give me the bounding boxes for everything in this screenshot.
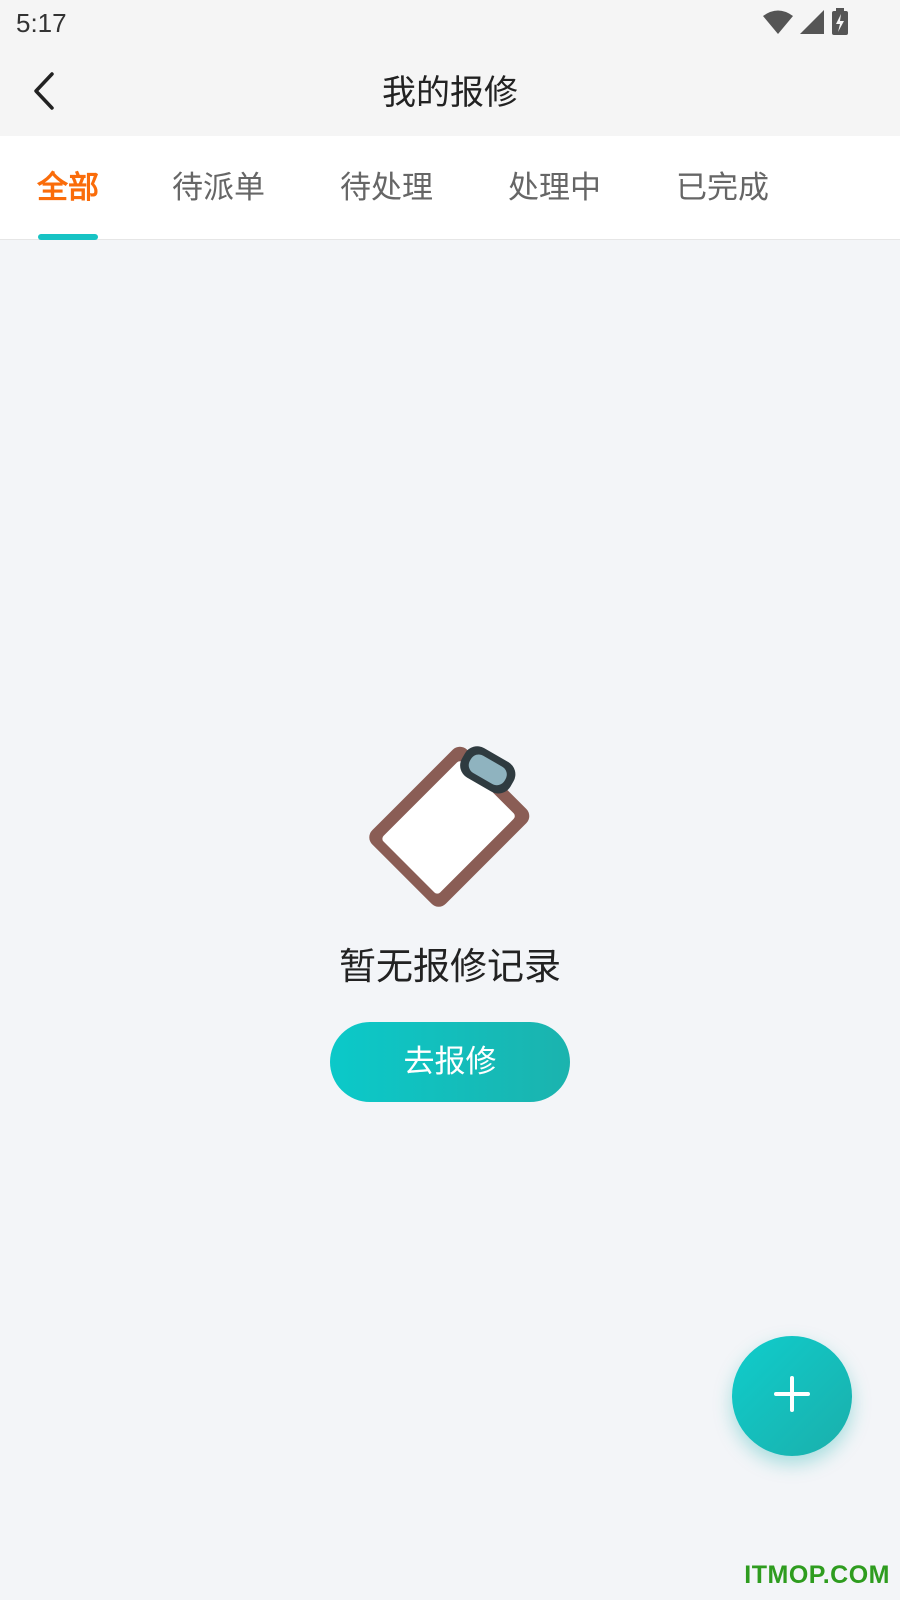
tab-completed[interactable]: 已完成 <box>676 168 769 208</box>
empty-message: 暂无报修记录 <box>339 945 561 988</box>
wifi-icon <box>762 9 794 39</box>
clipboard-icon <box>360 740 540 912</box>
add-repair-fab[interactable] <box>732 1336 852 1456</box>
tab-pending-process[interactable]: 待处理 <box>340 168 433 208</box>
tab-bar: 全部 待派单 待处理 处理中 已完成 <box>0 136 900 240</box>
signal-icon <box>798 9 826 39</box>
page-title: 我的报修 <box>382 73 518 113</box>
status-icons <box>762 8 850 40</box>
tab-in-progress[interactable]: 处理中 <box>508 168 601 208</box>
go-repair-button[interactable]: 去报修 <box>330 1022 570 1102</box>
status-time: 5:17 <box>16 8 67 38</box>
battery-charging-icon <box>830 8 850 40</box>
active-tab-indicator <box>38 234 98 240</box>
watermark-logo: ITMOP.COM <box>744 1561 890 1589</box>
status-bar: 5:17 <box>0 0 900 50</box>
tab-all[interactable]: 全部 <box>37 168 99 208</box>
header-bar: 我的报修 <box>0 50 900 136</box>
tab-pending-dispatch[interactable]: 待派单 <box>172 168 265 208</box>
plus-icon <box>772 1374 812 1418</box>
